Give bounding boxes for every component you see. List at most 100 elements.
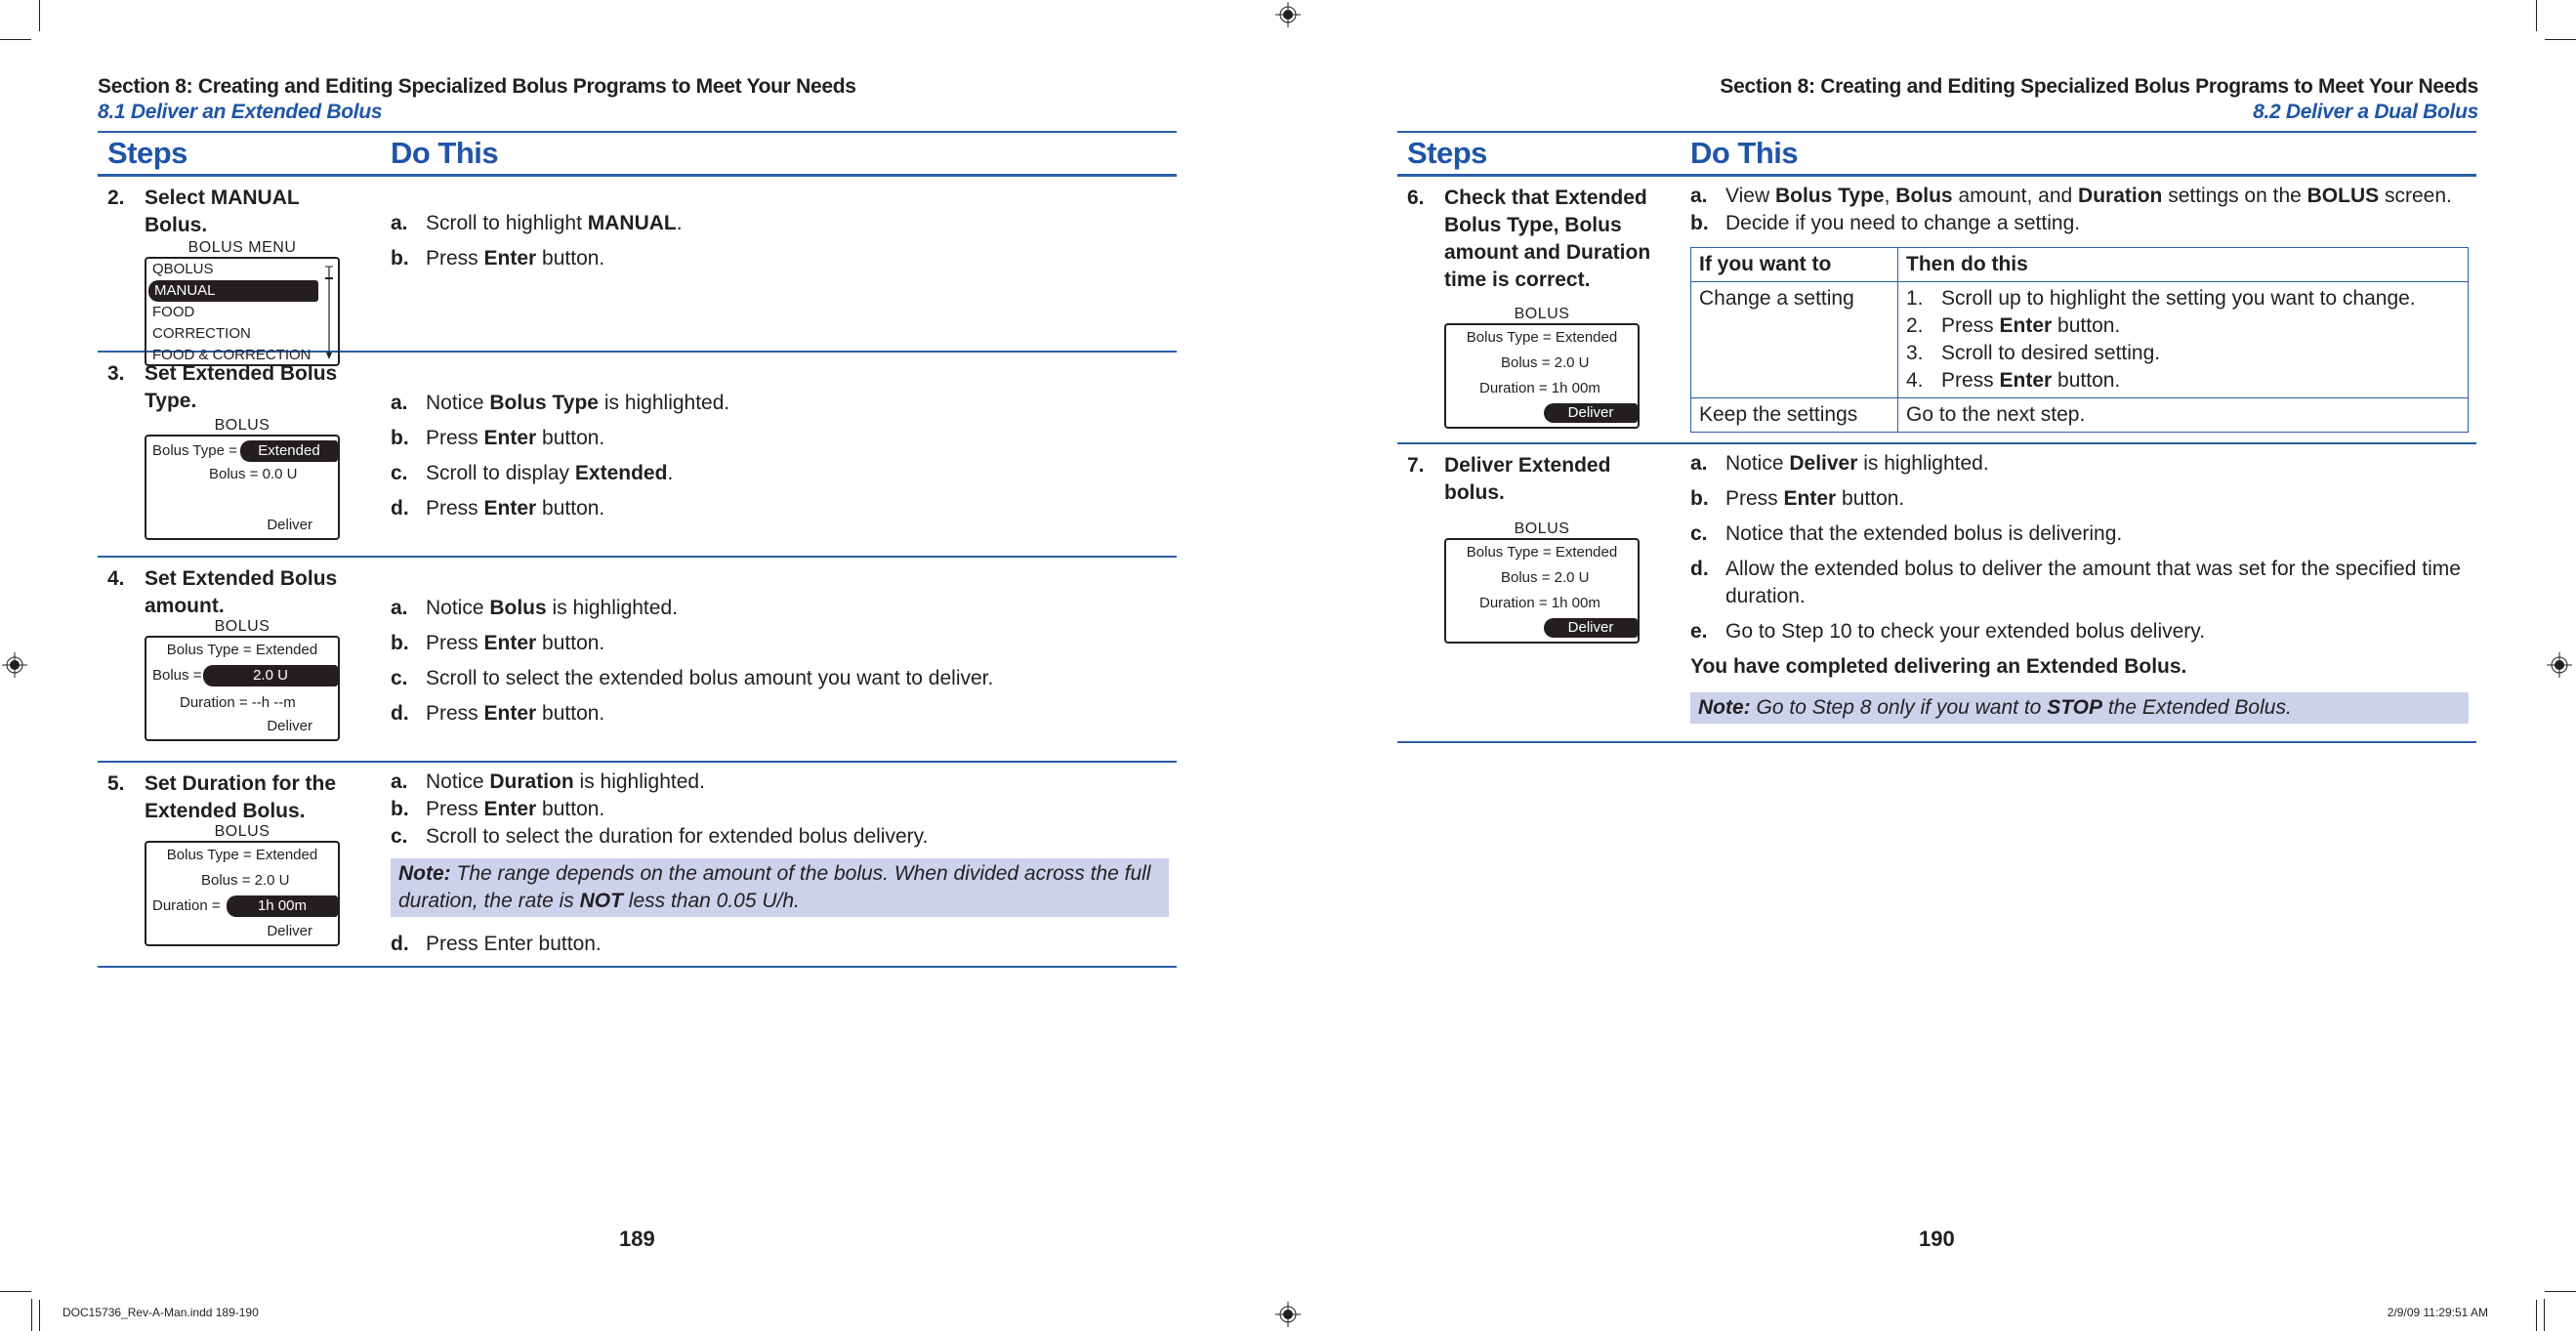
step-title: Set Duration for the Extended Bolus. bbox=[145, 772, 337, 822]
screen-title: BOLUS bbox=[214, 823, 270, 840]
step-title: Select MANUAL Bolus. bbox=[145, 187, 300, 236]
action-item: a. Notice Deliver is highlighted. bbox=[1690, 452, 1989, 475]
action-item: c. Scroll to display Extended. bbox=[391, 462, 674, 484]
action-item: e. Go to Step 10 to check your extended b… bbox=[1690, 620, 2206, 643]
decision-header: Then do this bbox=[1897, 247, 2469, 282]
pump-screen: BOLUS Bolus Type = Extended Bolus = 2.0 … bbox=[145, 823, 340, 946]
action-item: b. Press Enter button. bbox=[391, 798, 605, 820]
screen-title: BOLUS bbox=[214, 417, 270, 434]
completion-message: You have completed delivering an Extende… bbox=[1690, 655, 2187, 678]
file-slug: DOC15736_Rev-A-Man.indd 189-190 bbox=[62, 1306, 259, 1319]
page-header: Section 8: Creating and Editing Speciali… bbox=[1720, 74, 2478, 125]
action-list: a. View Bolus Type, Bolus amount, and Dur… bbox=[1690, 183, 2469, 237]
table-header: Steps Do This bbox=[98, 133, 1177, 177]
menu-item: QBOLUS bbox=[152, 261, 214, 277]
scrollbar-icon bbox=[325, 266, 333, 359]
action-item: b. Press Enter button. bbox=[391, 632, 605, 654]
action-item: b. Decide if you need to change a setting… bbox=[1690, 212, 2081, 234]
decision-table: If you want to Then do this Change a set… bbox=[1690, 247, 2469, 433]
highlighted-value: Extended bbox=[240, 440, 338, 462]
deliver-option: Deliver bbox=[267, 517, 312, 533]
deliver-option-selected: Deliver bbox=[1544, 403, 1638, 423]
pump-screen: BOLUS Bolus Type = Extended Bolus = 0.0 … bbox=[145, 417, 340, 540]
step-row: 6. Check that Extended Bolus Type, Bolus … bbox=[1397, 177, 2476, 444]
step-row: 7. Deliver Extended bolus. BOLUS Bolus Ty… bbox=[1397, 444, 2476, 743]
do-this-column-header: Do This bbox=[1690, 136, 1799, 170]
note-box: Note: Go to Step 8 only if you want to S… bbox=[1690, 692, 2469, 724]
action-list: d. Press Enter button. bbox=[391, 931, 1169, 958]
page-header: Section 8: Creating and Editing Speciali… bbox=[98, 74, 856, 125]
highlighted-value: 1h 00m bbox=[227, 895, 338, 917]
action-item: b. Press Enter button. bbox=[1690, 487, 1905, 510]
pump-screen: BOLUS MENU QBOLUS MANUAL FOOD CORRECTION… bbox=[145, 239, 340, 366]
subsection-title: 8.2 Deliver a Dual Bolus bbox=[2253, 101, 2478, 123]
screen-title: BOLUS bbox=[214, 618, 270, 635]
step-title: Set Extended Bolus amount. bbox=[145, 567, 338, 617]
slug-divider bbox=[31, 1299, 32, 1331]
action-list: a. Notice Deliver is highlighted. b. Press… bbox=[1690, 450, 2469, 645]
highlighted-value: 2.0 U bbox=[203, 665, 338, 686]
deliver-option: Deliver bbox=[267, 718, 312, 734]
step-number: 6. bbox=[1407, 187, 1425, 209]
menu-item: FOOD & CORRECTION bbox=[152, 347, 312, 363]
steps-column-header: Steps bbox=[1407, 136, 1487, 170]
subsection-title: 8.1 Deliver an Extended Bolus bbox=[98, 101, 383, 123]
action-item: a. Scroll to highlight MANUAL. bbox=[391, 212, 683, 234]
screen-title: BOLUS bbox=[1514, 306, 1570, 322]
deliver-option: Deliver bbox=[267, 923, 312, 939]
pump-screen: BOLUS Bolus Type = Extended Bolus = 2.0 … bbox=[145, 618, 340, 741]
decision-header: If you want to bbox=[1690, 247, 1898, 282]
decision-row: Keep the settings Go to the next step. bbox=[1690, 397, 2469, 433]
action-item: c. Scroll to select the duration for exte… bbox=[391, 825, 929, 848]
section-title: Section 8: Creating and Editing Speciali… bbox=[98, 75, 856, 98]
menu-item: FOOD bbox=[152, 304, 195, 320]
action-item: c. Notice that the extended bolus is deli… bbox=[1690, 522, 2123, 545]
action-item: d. Press Enter button. bbox=[391, 497, 605, 520]
step-row: 4. Set Extended Bolus amount. BOLUS Bolus… bbox=[98, 558, 1177, 763]
step-number: 7. bbox=[1407, 454, 1425, 477]
section-title: Section 8: Creating and Editing Speciali… bbox=[1720, 75, 2478, 98]
action-item: a. Notice Bolus is highlighted. bbox=[391, 597, 678, 619]
page-number: 190 bbox=[1919, 1227, 1955, 1251]
step-title: Set Extended Bolus Type. bbox=[145, 362, 338, 412]
action-item: c. Scroll to select the extended bolus am… bbox=[391, 667, 994, 689]
action-list: a. Notice Bolus Type is highlighted. b. Pr… bbox=[391, 390, 1169, 522]
action-list: a. Scroll to highlight MANUAL. b. Press En… bbox=[391, 210, 1169, 272]
table-header: Steps Do This bbox=[1397, 133, 2476, 177]
steps-table: Steps Do This 2. Select MANUAL Bolus. BOL… bbox=[98, 131, 1177, 968]
do-this-column-header: Do This bbox=[391, 136, 499, 170]
step-row: 5. Set Duration for the Extended Bolus. B… bbox=[98, 763, 1177, 968]
action-item: a. Notice Bolus Type is highlighted. bbox=[391, 392, 730, 414]
left-page: Section 8: Creating and Editing Speciali… bbox=[0, 0, 1288, 1331]
action-list: a. Notice Duration is highlighted. b. Pres… bbox=[391, 769, 1169, 851]
page-number: 189 bbox=[619, 1227, 655, 1251]
screen-title: BOLUS MENU bbox=[187, 239, 297, 256]
action-item: d. Allow the extended bolus to deliver th… bbox=[1690, 558, 2461, 607]
pump-screen: BOLUS Bolus Type = Extended Bolus = 2.0 … bbox=[1444, 520, 1640, 644]
action-item: b. Press Enter button. bbox=[391, 427, 605, 449]
action-item: d. Press Enter button. bbox=[391, 933, 602, 955]
menu-item: CORRECTION bbox=[152, 325, 251, 342]
step-number: 2. bbox=[107, 187, 125, 209]
step-title: Check that Extended Bolus Type, Bolus am… bbox=[1444, 187, 1651, 291]
step-row: 2. Select MANUAL Bolus. BOLUS MENU QBOLUS… bbox=[98, 177, 1177, 366]
action-list: a. Notice Bolus is highlighted. b. Press E… bbox=[391, 595, 1169, 728]
note-box: Note: The range depends on the amount of… bbox=[391, 858, 1169, 917]
step-number: 5. bbox=[107, 772, 125, 795]
menu-item-selected: MANUAL bbox=[148, 280, 318, 302]
step-row: 3. Set Extended Bolus Type. BOLUS Bolus T… bbox=[98, 353, 1177, 558]
action-item: a. Notice Duration is highlighted. bbox=[391, 770, 705, 793]
step-number: 3. bbox=[107, 362, 125, 385]
slug-divider bbox=[2544, 1299, 2545, 1331]
print-timestamp: 2/9/09 11:29:51 AM bbox=[2387, 1306, 2488, 1319]
action-item: b. Press Enter button. bbox=[391, 247, 605, 270]
screen-title: BOLUS bbox=[1514, 520, 1570, 537]
steps-column-header: Steps bbox=[107, 136, 187, 170]
pump-screen: BOLUS Bolus Type = Extended Bolus = 2.0 … bbox=[1444, 306, 1640, 429]
steps-table: Steps Do This 6. Check that Extended Bolu… bbox=[1397, 131, 2476, 743]
decision-row: Change a setting 1. Scroll up to highligh… bbox=[1690, 281, 2469, 398]
step-title: Deliver Extended bolus. bbox=[1444, 454, 1611, 504]
step-number: 4. bbox=[107, 567, 125, 590]
deliver-option-selected: Deliver bbox=[1544, 618, 1638, 638]
action-item: d. Press Enter button. bbox=[391, 702, 605, 725]
